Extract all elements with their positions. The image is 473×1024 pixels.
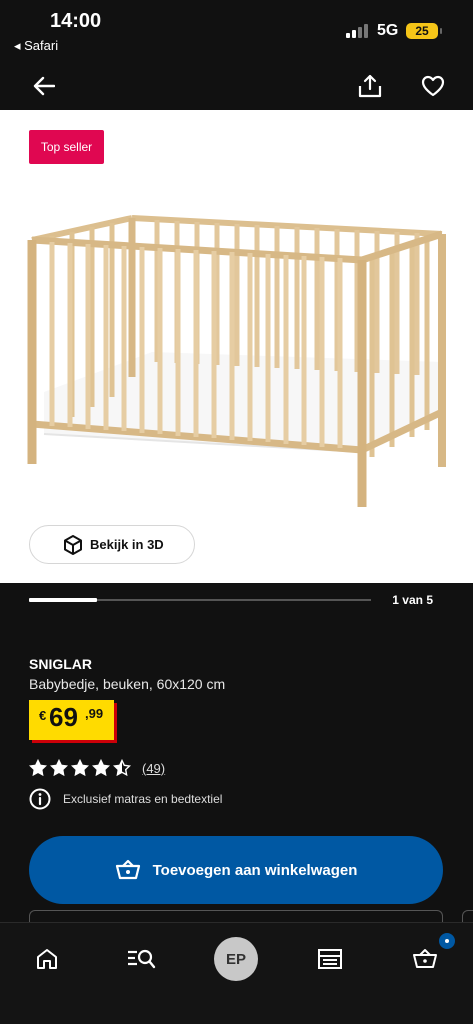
info-text: Exclusief matras en bedtextiel	[63, 792, 223, 806]
home-icon	[37, 949, 57, 969]
review-count-link[interactable]: (49)	[142, 761, 165, 776]
share-button[interactable]	[354, 70, 386, 102]
price-integer: 69	[49, 702, 78, 732]
signal-icon	[346, 24, 370, 38]
rating-stars	[29, 759, 134, 777]
product-image-carousel[interactable]: Top seller Bekijk in 3D	[0, 110, 473, 583]
crib-image	[27, 215, 446, 507]
star-icon	[71, 759, 89, 777]
back-to-safari-link[interactable]: ◂ Safari	[14, 38, 58, 54]
info-row: Exclusief matras en bedtextiel	[29, 788, 222, 810]
arrow-left-icon	[33, 76, 55, 96]
top-seller-badge: Top seller	[29, 130, 104, 164]
add-to-cart-button[interactable]: Toevoegen aan winkelwagen	[29, 836, 443, 904]
add-to-cart-label: Toevoegen aan winkelwagen	[152, 861, 358, 879]
view-in-3d-button[interactable]: Bekijk in 3D	[29, 525, 195, 564]
heart-icon	[421, 75, 445, 97]
back-button[interactable]	[28, 70, 60, 102]
star-icon	[92, 759, 110, 777]
profile-avatar: EP	[214, 937, 258, 981]
rating[interactable]: (49)	[29, 758, 165, 778]
battery-icon: 25	[406, 23, 442, 39]
tab-home[interactable]	[25, 937, 69, 981]
cube-icon	[64, 535, 82, 555]
search-list-icon	[128, 949, 156, 969]
product-description: Babybedje, beuken, 60x120 cm	[29, 676, 226, 692]
product-name: SNIGLAR	[29, 656, 92, 672]
cart-badge	[437, 931, 457, 951]
tab-cart[interactable]	[403, 931, 457, 981]
status-bar: 14:00 ◂ Safari 5G 25	[0, 0, 473, 62]
price-decimal: ,99	[85, 706, 104, 721]
pager-count: 1 van 5	[392, 593, 433, 607]
pager-progress	[29, 598, 98, 602]
price-tag: € 69 ,99	[29, 700, 114, 740]
bottom-tab-bar: EP	[0, 922, 473, 1024]
top-navigation	[0, 62, 473, 110]
image-pager: 1 van 5	[29, 590, 443, 612]
status-time: 14:00	[50, 10, 102, 32]
cart-icon	[413, 949, 437, 968]
favorite-button[interactable]	[417, 70, 449, 102]
star-icon	[29, 759, 47, 777]
store-icon	[318, 949, 342, 969]
star-icon	[50, 759, 68, 777]
tab-profile[interactable]: EP	[214, 937, 258, 981]
info-icon	[29, 788, 51, 810]
view-in-3d-label: Bekijk in 3D	[90, 537, 164, 552]
tab-store[interactable]	[308, 937, 352, 981]
cart-icon	[115, 859, 140, 880]
star-icon	[113, 759, 131, 777]
tab-search[interactable]	[119, 937, 163, 981]
price-currency: €	[39, 708, 47, 723]
network-label: 5G	[377, 22, 399, 39]
share-icon	[358, 74, 382, 98]
